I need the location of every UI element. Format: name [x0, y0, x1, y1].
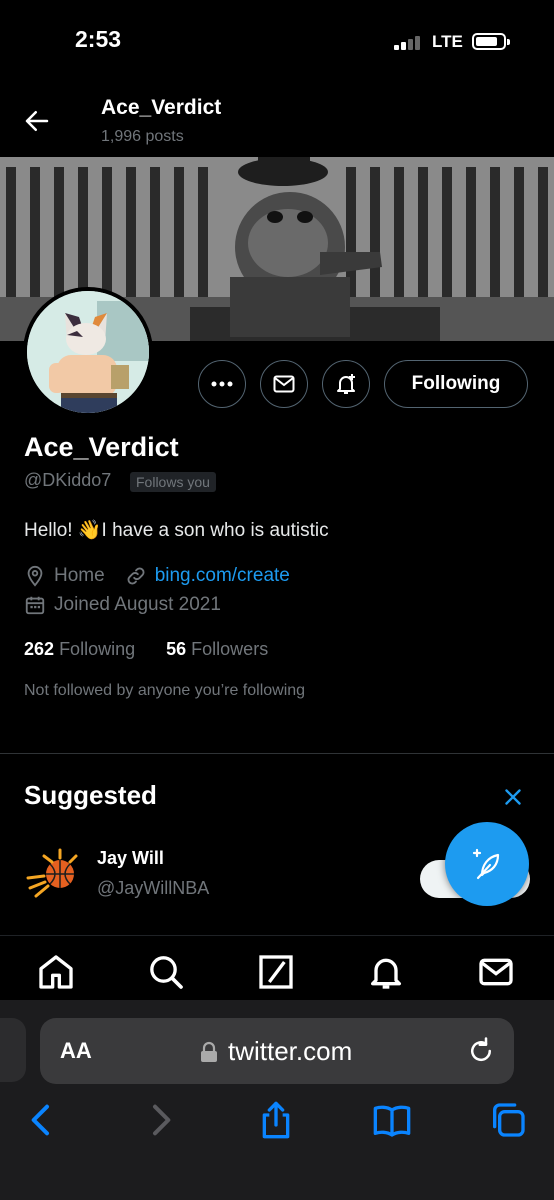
- follows-you-badge: Follows you: [130, 472, 216, 492]
- more-options-button[interactable]: [198, 360, 246, 408]
- network-label: LTE: [432, 32, 463, 51]
- notifications-bell-icon[interactable]: [366, 952, 406, 992]
- status-bar: 2:53 LTE: [0, 0, 554, 84]
- joined-date: Joined August 2021: [54, 594, 221, 615]
- not-followed-notice: Not followed by anyone you’re following: [24, 682, 306, 699]
- following-count: 262: [24, 639, 55, 659]
- message-button[interactable]: [260, 360, 308, 408]
- search-icon[interactable]: [146, 952, 186, 992]
- reload-icon[interactable]: [466, 1036, 496, 1066]
- lock-icon: [201, 1041, 217, 1062]
- suggested-user-name[interactable]: Jay Will: [97, 848, 164, 869]
- link-icon: [127, 567, 145, 585]
- followers-count: 56: [166, 639, 187, 659]
- compose-post-button[interactable]: [445, 822, 529, 906]
- close-icon[interactable]: [500, 784, 526, 810]
- display-name: Ace_Verdict: [24, 432, 179, 462]
- compose-feather-icon: [472, 848, 500, 880]
- calendar-icon: [25, 596, 45, 615]
- address-bar[interactable]: AA twitter.com: [40, 1018, 514, 1084]
- url-text: twitter.com: [228, 1036, 353, 1066]
- envelope-icon: [273, 375, 295, 393]
- messages-envelope-icon[interactable]: [476, 952, 516, 992]
- signal-icon: [394, 36, 424, 50]
- reader-aa-button[interactable]: AA: [60, 1038, 92, 1064]
- profile-bio: Hello! 👋I have a son who is autistic: [24, 520, 329, 541]
- suggested-user-avatar[interactable]: [24, 848, 84, 898]
- following-button[interactable]: Following: [384, 360, 528, 408]
- suggested-user-handle: @JayWillNBA: [97, 878, 210, 898]
- bookmarks-icon[interactable]: [372, 1100, 412, 1140]
- profile-meta-row: Home bing.com/create: [24, 565, 290, 587]
- joined-row: Joined August 2021: [24, 594, 221, 616]
- following-count-link[interactable]: 262 Following: [24, 639, 135, 659]
- avatar[interactable]: [23, 287, 153, 417]
- user-handle: @DKiddo7: [24, 470, 112, 490]
- browser-forward-icon[interactable]: [140, 1100, 180, 1140]
- follow-counts: 262 Following 56 Followers: [24, 639, 268, 660]
- share-icon[interactable]: [256, 1100, 296, 1140]
- location-text: Home: [54, 565, 105, 586]
- tabs-icon[interactable]: [488, 1100, 528, 1140]
- previous-tab-peek[interactable]: [0, 1018, 26, 1082]
- bell-plus-icon: [337, 374, 355, 394]
- battery-icon: [472, 33, 510, 50]
- browser-back-icon[interactable]: [22, 1100, 62, 1140]
- website-link[interactable]: bing.com/create: [155, 565, 290, 587]
- bottom-tab-bar: [0, 935, 554, 1005]
- notifications-button[interactable]: [322, 360, 370, 408]
- url-display[interactable]: twitter.com: [200, 1036, 352, 1067]
- following-label: Following: [59, 639, 136, 659]
- grok-icon[interactable]: [256, 952, 296, 992]
- browser-toolbar: AA twitter.com: [0, 1000, 554, 1200]
- followers-count-link[interactable]: 56 Followers: [166, 639, 268, 659]
- header-name: Ace_Verdict: [101, 96, 222, 119]
- avatar-image: [27, 291, 149, 413]
- home-icon[interactable]: [36, 952, 76, 992]
- section-divider: [0, 753, 554, 754]
- back-arrow-icon[interactable]: [22, 106, 52, 136]
- more-icon: [211, 381, 233, 387]
- location-pin-icon: [27, 565, 43, 587]
- status-time: 2:53: [75, 26, 122, 52]
- suggested-title: Suggested: [24, 780, 157, 810]
- followers-label: Followers: [191, 639, 269, 659]
- post-count: 1,996 posts: [101, 128, 184, 145]
- profile-header: Ace_Verdict 1,996 posts: [0, 84, 554, 156]
